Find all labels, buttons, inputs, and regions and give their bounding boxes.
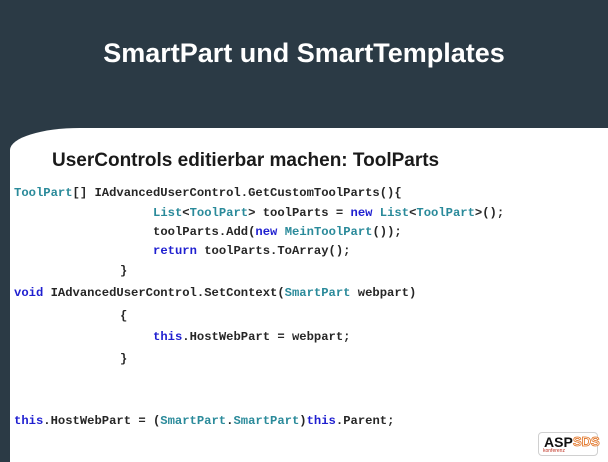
code-token: ()); xyxy=(372,225,402,239)
code-token: new xyxy=(350,206,373,220)
code-line-3: toolParts.Add(new MeinToolPart()); xyxy=(153,225,402,239)
code-token: IAdvancedUserControl xyxy=(50,286,197,300)
code-token: ) xyxy=(299,414,307,428)
code-token: List xyxy=(153,206,183,220)
code-token: >(); xyxy=(474,206,505,220)
code-token: .HostWebPart = ( xyxy=(43,414,161,428)
code-token: .Parent; xyxy=(335,414,395,428)
logo-sds-text: SDS xyxy=(573,434,601,450)
code-token: void xyxy=(14,286,44,300)
code-token: .HostWebPart = webpart; xyxy=(182,330,351,344)
logo-konferenz-text: konferenz xyxy=(543,448,565,454)
code-token: ToolPart xyxy=(416,206,475,220)
code-line-8: this.HostWebPart = webpart; xyxy=(153,330,350,344)
code-token: .SetContext( xyxy=(196,286,285,300)
code-token: [] xyxy=(72,186,95,200)
code-token: SmartPart xyxy=(160,414,227,428)
code-token: toolParts.Add( xyxy=(153,225,256,239)
code-line-2: List<ToolPart> toolParts = new List<Tool… xyxy=(153,206,504,220)
code-token: new xyxy=(255,225,278,239)
code-line-10: this.HostWebPart = (SmartPart.SmartPart)… xyxy=(14,414,394,428)
code-token: .GetCustomToolParts(){ xyxy=(240,186,402,200)
code-token: SmartPart xyxy=(233,414,300,428)
code-line-1: ToolPart[] IAdvancedUserControl.GetCusto… xyxy=(14,186,402,200)
code-token: IAdvancedUserControl xyxy=(94,186,241,200)
code-line-5: } xyxy=(120,264,128,278)
code-token: return xyxy=(153,244,197,258)
code-token: ToolPart xyxy=(14,186,73,200)
code-line-6: void IAdvancedUserControl.SetContext(Sma… xyxy=(14,286,416,300)
code-token: > toolParts = xyxy=(248,206,351,220)
asp-sds-logo: ASP SDS konferenz xyxy=(538,432,601,456)
code-token: this xyxy=(306,414,336,428)
code-line-9: } xyxy=(120,352,128,366)
code-token: webpart) xyxy=(350,286,417,300)
code-token: List xyxy=(379,206,410,220)
code-line-7: { xyxy=(120,309,128,323)
code-line-4: return toolParts.ToArray(); xyxy=(153,244,350,258)
code-token: MeinToolPart xyxy=(284,225,373,239)
code-token: SmartPart xyxy=(284,286,351,300)
slide-title: SmartPart und SmartTemplates xyxy=(103,38,505,68)
code-token: this xyxy=(153,330,183,344)
slide-subtitle: UserControls editierbar machen: ToolPart… xyxy=(52,150,440,171)
code-token: < xyxy=(182,206,190,220)
code-token: toolParts.ToArray(); xyxy=(196,244,351,258)
code-token: this xyxy=(14,414,44,428)
code-token: ToolPart xyxy=(189,206,249,220)
